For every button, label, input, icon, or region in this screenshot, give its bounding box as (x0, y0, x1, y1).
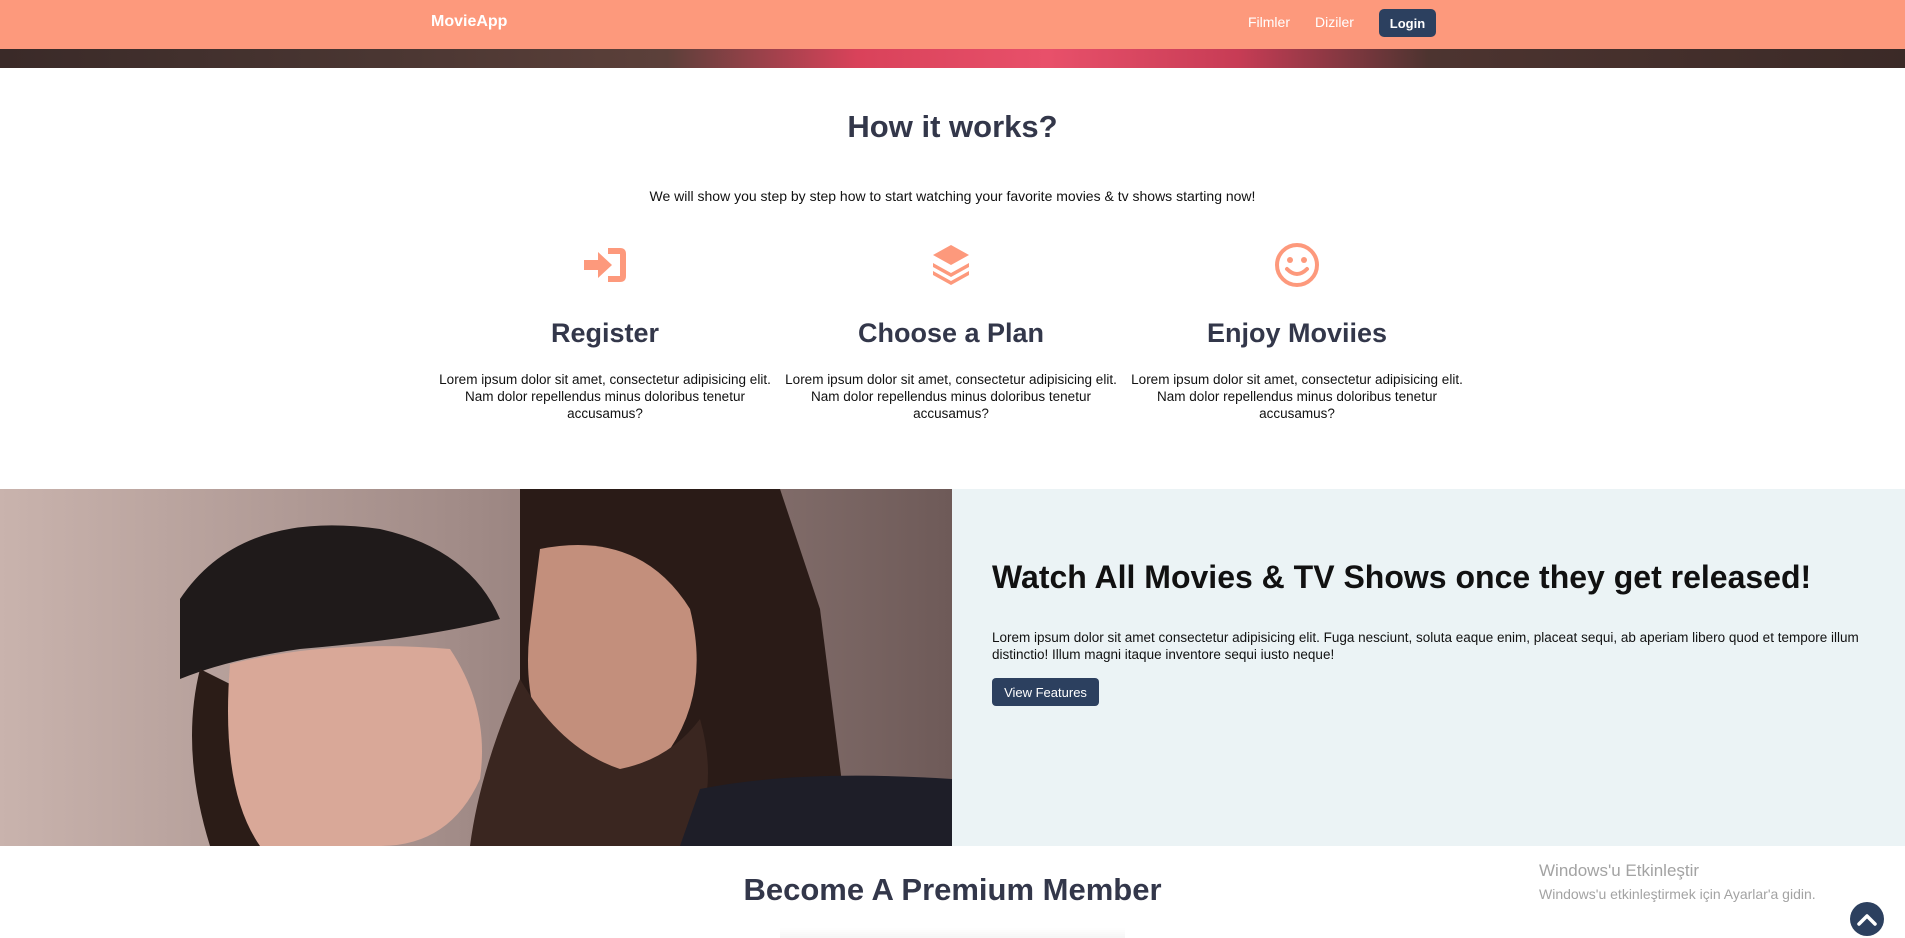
how-it-works-subtitle: We will show you step by step how to sta… (649, 188, 1256, 204)
pricing-card-edge (780, 928, 1125, 938)
step-text: Lorem ipsum dolor sit amet, consectetur … (785, 372, 1117, 421)
hero-image-strip (0, 49, 1905, 68)
feature-text: Lorem ipsum dolor sit amet consectetur a… (992, 630, 1859, 662)
feature-panel: Watch All Movies & TV Shows once they ge… (952, 489, 1905, 846)
windows-activation-title: Windows'u Etkinleştir (1539, 861, 1700, 880)
chevron-up-icon (1857, 914, 1877, 926)
step-text: Lorem ipsum dolor sit amet, consectetur … (1131, 372, 1463, 421)
step-choose-plan: Choose a Plan Lorem ipsum dolor sit amet… (778, 240, 1124, 422)
step-title: Register (550, 318, 660, 348)
step-register: Register Lorem ipsum dolor sit amet, con… (432, 240, 778, 422)
smile-icon (1275, 243, 1319, 287)
feature-section: Watch All Movies & TV Shows once they ge… (0, 489, 1905, 846)
sign-in-icon (584, 248, 626, 282)
feature-title: Watch All Movies & TV Shows once they ge… (992, 559, 1812, 595)
couple-photo-illustration (0, 489, 952, 846)
nav-link-filmler[interactable]: Filmler (1248, 14, 1290, 30)
view-features-button[interactable]: View Features (992, 678, 1099, 706)
how-it-works-title: How it works? (847, 109, 1058, 144)
scroll-to-top-button[interactable] (1850, 902, 1884, 936)
step-enjoy-movies: Enjoy Moviies Lorem ipsum dolor sit amet… (1124, 240, 1470, 422)
step-title: Choose a Plan (857, 318, 1045, 348)
couple-photo (0, 489, 952, 846)
windows-activation-subtitle: Windows'u etkinleştirmek için Ayarlar'a … (1539, 886, 1816, 902)
navbar: MovieApp Filmler Diziler Login (0, 0, 1905, 49)
layers-icon (933, 245, 969, 285)
brand-logo[interactable]: MovieApp (431, 13, 507, 31)
login-button[interactable]: Login (1379, 9, 1436, 37)
step-text: Lorem ipsum dolor sit amet, consectetur … (439, 372, 771, 421)
step-title: Enjoy Moviies (1206, 318, 1388, 348)
nav-link-diziler[interactable]: Diziler (1315, 14, 1354, 30)
